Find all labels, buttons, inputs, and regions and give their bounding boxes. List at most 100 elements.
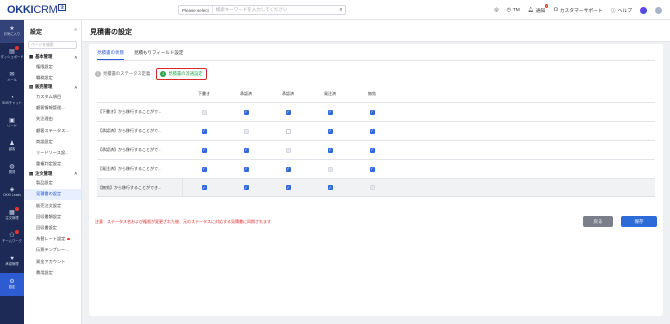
- top-bar: OKKI CRM 企 Please select 検索キーワードを入力してください …: [0, 0, 670, 20]
- chevron-up-icon: ˄: [74, 171, 77, 177]
- tab-quote-status[interactable]: 見積書の状態: [97, 50, 124, 60]
- search-scope-select[interactable]: Please select: [179, 6, 213, 14]
- sidebar-item[interactable]: 製品設定: [24, 178, 81, 189]
- nav-badge: [15, 230, 19, 234]
- sidebar-item[interactable]: 商談設定: [24, 136, 81, 147]
- customer-support-button[interactable]: ☊ カスタマーサポート: [553, 7, 602, 14]
- nav-develop[interactable]: ◍ 開発: [0, 158, 24, 181]
- sidebar-group-basic[interactable]: ▦ 基本管理 ˄: [24, 53, 81, 61]
- app-logo[interactable]: OKKI CRM 企: [0, 3, 66, 16]
- table-cell: ✓: [351, 128, 393, 134]
- transition-checkbox: [285, 147, 291, 153]
- grid-icon: ▦: [29, 54, 34, 59]
- nav-lead[interactable]: ▣ リード: [0, 112, 24, 135]
- sidebar-item[interactable]: 販売注文設定: [24, 200, 81, 211]
- sidebar-item[interactable]: リードソース設...: [24, 147, 81, 158]
- tm-button[interactable]: ◷ TM: [507, 8, 520, 13]
- lead-icon: ▣: [9, 117, 15, 124]
- nav-badge: [15, 207, 19, 211]
- sidebar-item[interactable]: 費用設定: [24, 267, 81, 278]
- transition-checkbox[interactable]: ✓: [285, 109, 291, 115]
- transition-checkbox[interactable]: ✓: [369, 147, 375, 153]
- sidebar-item[interactable]: 顧客ステータス...: [24, 125, 81, 136]
- transition-checkbox[interactable]: ✓: [285, 166, 291, 172]
- transition-checkbox[interactable]: ✓: [201, 166, 207, 172]
- search-input[interactable]: 検索キーワードを入力してください: [213, 7, 337, 13]
- search-icon[interactable]: ⌕: [337, 7, 345, 14]
- transition-checkbox[interactable]: ✓: [243, 166, 249, 172]
- global-search[interactable]: Please select 検索キーワードを入力してください ⌕: [178, 5, 346, 15]
- nav-teamwork[interactable]: ⚇ チームワーク: [0, 227, 24, 250]
- column-header: 発注済: [324, 91, 336, 96]
- back-button[interactable]: 戻る: [583, 216, 613, 227]
- transition-checkbox[interactable]: ✓: [327, 128, 333, 134]
- sidebar-item[interactable]: 権限設定: [24, 61, 81, 72]
- table-cell: ✓: [183, 147, 225, 153]
- page-header: 見積書の設定: [82, 20, 670, 42]
- theme-icon[interactable]: [640, 6, 647, 14]
- nav-settings[interactable]: ⚙ 設定: [0, 273, 24, 296]
- transition-checkbox[interactable]: ✓: [369, 109, 375, 115]
- transition-checkbox[interactable]: ✓: [369, 128, 375, 134]
- transition-checkbox[interactable]: ✓: [201, 185, 207, 190]
- table-cell: [309, 166, 351, 172]
- table-cell: [225, 128, 267, 134]
- transition-checkbox[interactable]: ✓: [369, 166, 375, 172]
- transition-checkbox[interactable]: ✓: [201, 128, 207, 134]
- nav-approval[interactable]: ♥ 承認管理: [0, 250, 24, 273]
- save-button[interactable]: 保存: [621, 216, 657, 227]
- sidebar-search-input[interactable]: ページを検索: [28, 41, 77, 49]
- sidebar-item[interactable]: 回収書類設定: [24, 211, 81, 222]
- transition-checkbox[interactable]: ✓: [327, 109, 333, 115]
- avatar[interactable]: [655, 6, 662, 14]
- nav-customer[interactable]: ♟ 顧客: [0, 135, 24, 158]
- table-cell: ✓: [267, 166, 309, 172]
- sidebar-item[interactable]: 資金アカウント: [24, 256, 81, 267]
- transition-checkbox: [369, 185, 375, 190]
- help-button[interactable]: ⓘ ヘルプ: [611, 7, 632, 14]
- nav-dashboard[interactable]: ▤ ダッシュボード: [0, 43, 24, 66]
- transition-checkbox[interactable]: ✓: [327, 185, 333, 190]
- sidebar-group-order[interactable]: ▤ 注文管理 ˄: [24, 170, 81, 178]
- sidebar-item[interactable]: 重複判定設定: [24, 159, 81, 170]
- transition-checkbox[interactable]: ✓: [243, 147, 249, 153]
- table-row: 【発注済】から移行することがで... ✓ ✓ ✓ ✓: [97, 159, 655, 178]
- transition-checkbox[interactable]: ✓: [243, 109, 249, 115]
- target-button[interactable]: ◎: [494, 8, 498, 13]
- sidebar-item-quote-settings[interactable]: 見積書の設定: [24, 188, 81, 201]
- table-cell: ✓: [351, 147, 393, 153]
- transition-checkbox[interactable]: [285, 128, 291, 134]
- transition-checkbox[interactable]: ✓: [327, 147, 333, 153]
- sidebar-item[interactable]: カスタム項目: [24, 91, 81, 102]
- notification-button[interactable]: 🔔︎ 通知 1: [528, 3, 549, 14]
- sidebar-group-sales[interactable]: ▧ 販売管理 ˄: [24, 83, 81, 91]
- tab-quote-fields[interactable]: 見積もりフィールド設定: [134, 50, 183, 60]
- table-cell: ✓: [351, 166, 393, 172]
- sidebar-item[interactable]: 顧客情報管理...: [24, 103, 81, 114]
- transition-checkbox[interactable]: ✓: [201, 147, 207, 153]
- step-flow-settings[interactable]: 2 見積書の流通設定: [156, 68, 207, 80]
- table-cell: ✓: [183, 166, 225, 172]
- chevron-up-icon: ˄: [74, 84, 77, 90]
- step-status-definition[interactable]: 1 見積書のステータス定義: [95, 71, 150, 77]
- sidebar-item[interactable]: 回収書設定: [24, 222, 81, 233]
- nav-order[interactable]: ▦ 注文管理: [0, 204, 24, 227]
- tab-divider: [97, 60, 655, 61]
- table-header: 下書き 承認済 承認済 発注済 無効: [97, 86, 655, 102]
- list-icon: ▤: [29, 170, 34, 176]
- collapse-icon[interactable]: «: [74, 27, 77, 33]
- sidebar-item[interactable]: 失注理由: [24, 114, 81, 125]
- sidebar-item[interactable]: 職務設定: [24, 72, 81, 83]
- nav-mail[interactable]: ✉ メール: [0, 66, 24, 89]
- table-cell: ✓: [351, 109, 393, 115]
- transition-checkbox[interactable]: ✓: [285, 185, 291, 190]
- transition-checkbox[interactable]: ✓: [243, 185, 249, 190]
- table-cell: [351, 185, 393, 190]
- clock-icon: ◷: [506, 7, 511, 13]
- nav-okki-leads[interactable]: ◈ OKKI Leads: [0, 181, 24, 204]
- sidebar-item[interactable]: 為替レート設定: [24, 234, 81, 245]
- page-title: 見積書の設定: [90, 29, 132, 36]
- nav-favorites[interactable]: ★ お気に入り: [0, 20, 24, 43]
- nav-sns-chat[interactable]: ◔ SNSチャット: [0, 89, 24, 112]
- sidebar-item[interactable]: 伝票テンプレー...: [24, 245, 81, 256]
